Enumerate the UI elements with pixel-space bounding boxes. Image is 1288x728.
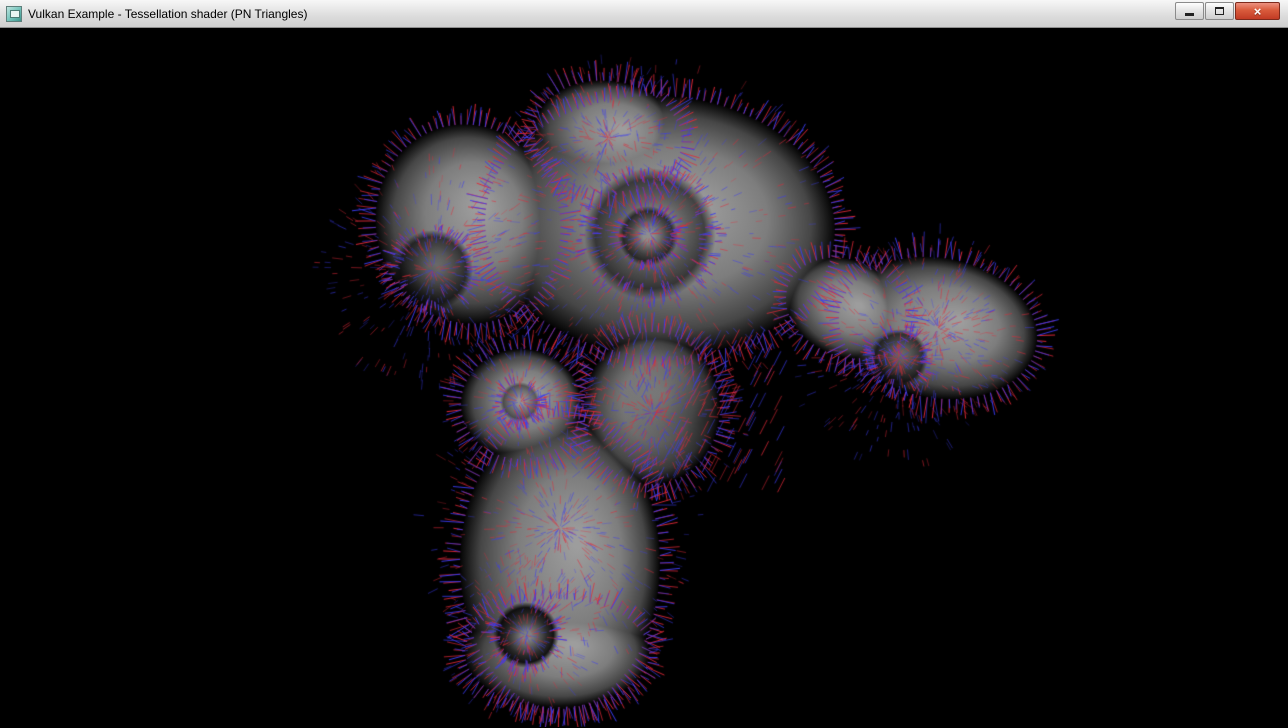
title-bar[interactable]: Vulkan Example - Tessellation shader (PN…: [0, 0, 1288, 28]
viewport-canvas[interactable]: [0, 28, 1288, 727]
maximize-icon: [1215, 7, 1224, 15]
close-button[interactable]: ×: [1235, 2, 1280, 20]
app-window: Vulkan Example - Tessellation shader (PN…: [0, 0, 1288, 728]
window-controls: ×: [1175, 2, 1280, 20]
app-icon[interactable]: [6, 6, 22, 22]
minimize-button[interactable]: [1175, 2, 1204, 20]
maximize-button[interactable]: [1205, 2, 1234, 20]
minimize-icon: [1185, 13, 1194, 16]
window-title: Vulkan Example - Tessellation shader (PN…: [28, 7, 307, 21]
close-icon: ×: [1254, 5, 1262, 18]
